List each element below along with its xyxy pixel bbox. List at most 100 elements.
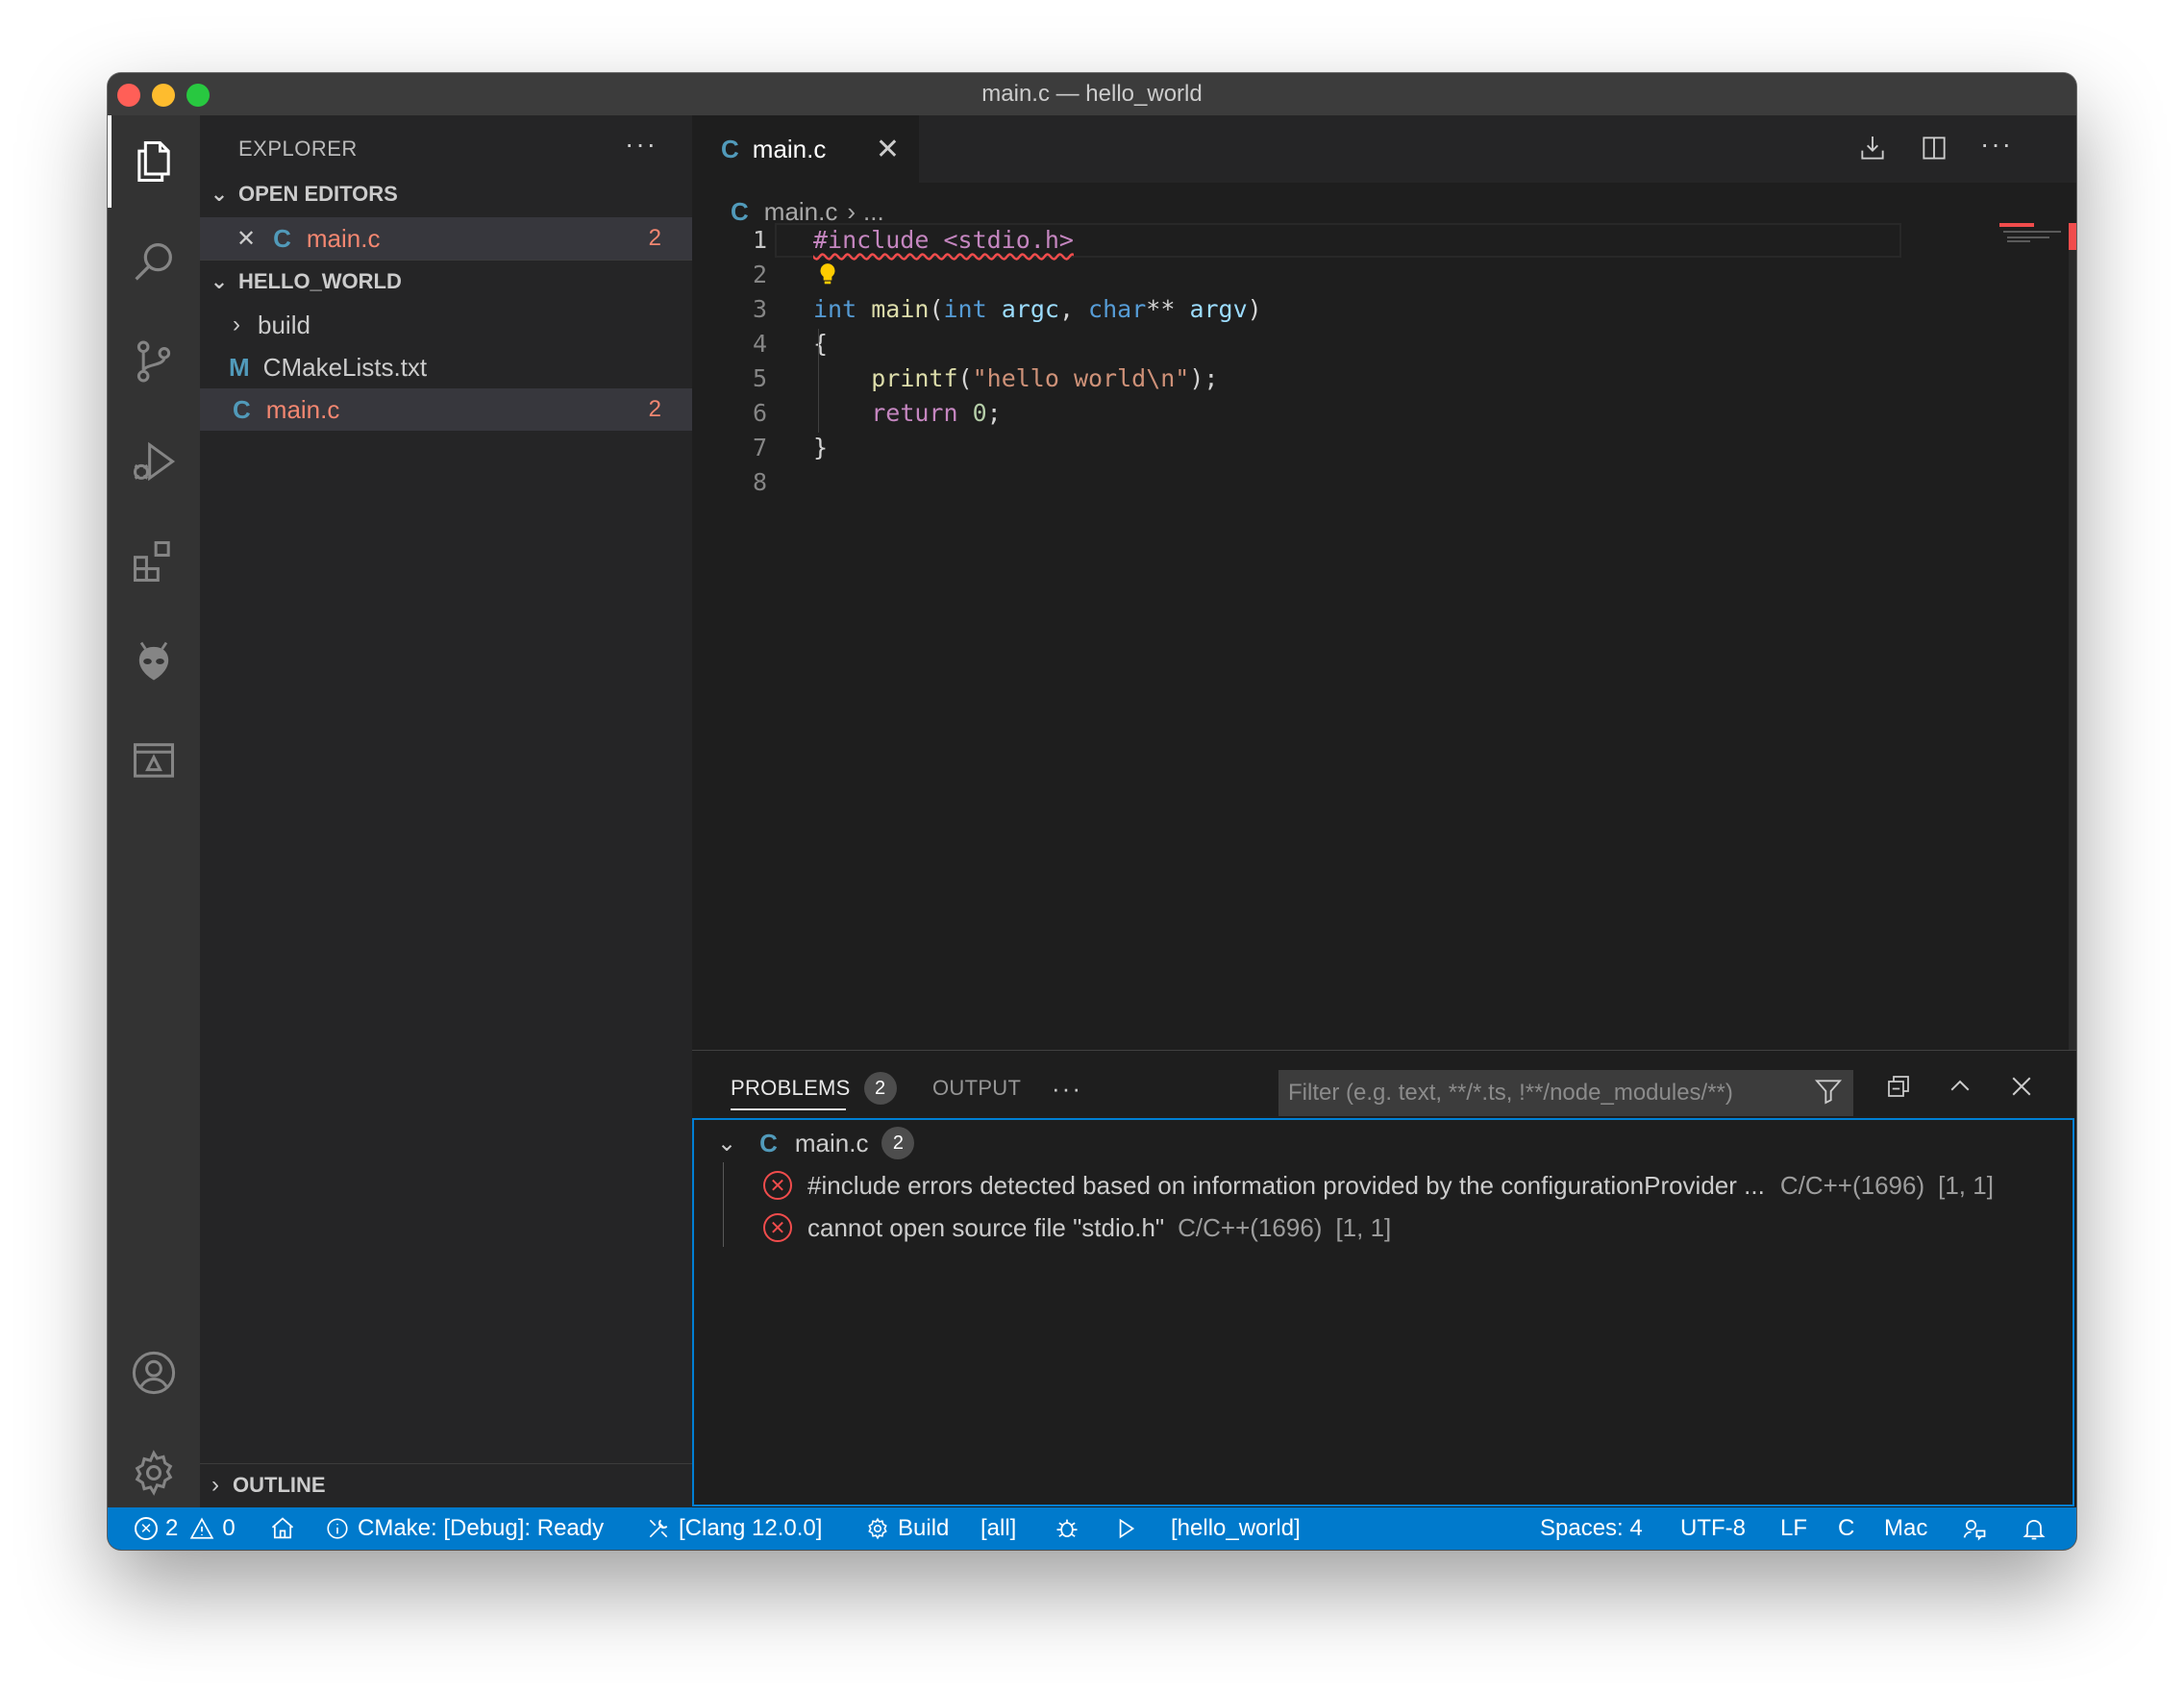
tools-icon — [649, 1519, 668, 1538]
source-control-icon — [136, 340, 171, 383]
problem-file-row[interactable]: ⌄ C main.c 2 — [717, 1122, 915, 1164]
error-icon: ✕ — [763, 1171, 792, 1200]
tab-problems[interactable]: PROBLEMS 2 — [731, 1066, 897, 1110]
split-editor-button[interactable] — [1919, 133, 1949, 168]
sidebar-title: EXPLORER — [238, 137, 358, 161]
chevron-right-icon: › — [233, 311, 240, 337]
problem-source: C/C++(1696) — [1779, 1170, 1925, 1200]
sidebar-more-button[interactable]: ··· — [625, 129, 658, 160]
cmake-run-button[interactable] — [1113, 1507, 1138, 1550]
code-text: return 0; — [813, 396, 1002, 431]
platformio-activity[interactable] — [108, 615, 200, 708]
token: ( — [929, 295, 944, 323]
title-bar: main.c — hello_world — [108, 73, 2076, 115]
open-editors-header[interactable]: ⌄ OPEN EDITORS — [200, 173, 692, 215]
token: ); — [1189, 364, 1219, 392]
active-indicator — [108, 115, 112, 208]
open-editor-item-main-c[interactable]: ✕ C main.c 2 — [200, 217, 692, 260]
code-line: 1 #include <stdio.h> — [692, 223, 2076, 258]
collapse-all-icon — [1888, 1076, 1909, 1097]
search-activity[interactable] — [108, 215, 200, 308]
tree-item-label: CMakeLists.txt — [262, 352, 428, 382]
manage-activity[interactable] — [108, 1427, 200, 1519]
cmake-debug-button[interactable] — [1054, 1507, 1080, 1550]
line-number: 4 — [752, 330, 767, 358]
problem-item[interactable]: ✕ cannot open source file "stdio.h" C/C+… — [763, 1207, 1391, 1249]
run-debug-activity[interactable] — [108, 415, 200, 508]
code-line: 8 — [692, 465, 2076, 500]
token: return — [871, 399, 958, 427]
chevron-right-icon: › — [211, 1472, 219, 1498]
lightbulb-icon[interactable] — [815, 261, 840, 296]
close-panel-button[interactable] — [2007, 1072, 2036, 1106]
breadcrumb-more[interactable]: ... — [863, 197, 884, 227]
explorer-activity[interactable] — [108, 115, 200, 208]
language-status[interactable]: C — [1838, 1507, 1854, 1550]
minimap[interactable] — [1999, 223, 2076, 261]
cmake-kit[interactable]: [Clang 12.0.0] — [646, 1507, 822, 1550]
editor-scrollbar[interactable] — [2069, 223, 2076, 1127]
tab-label: OUTPUT — [932, 1076, 1022, 1100]
problem-item[interactable]: ✕ #include errors detected based on info… — [763, 1164, 1994, 1207]
token: ** — [1146, 295, 1176, 323]
tab-main-c[interactable]: C main.c ✕ — [692, 115, 919, 183]
problems-filter-input[interactable]: Filter (e.g. text, **/*.ts, !**/node_mod… — [1278, 1070, 1853, 1116]
line-number: 1 — [752, 226, 767, 254]
source-control-activity[interactable] — [108, 315, 200, 408]
minimap-line — [2007, 236, 2049, 238]
line-number: 8 — [752, 468, 767, 496]
minimap-error-marker — [1999, 223, 2034, 227]
cmake-target[interactable]: [all] — [980, 1507, 1016, 1550]
bug-icon — [1056, 1519, 1078, 1538]
tree-item-main-c[interactable]: C main.c 2 — [200, 388, 692, 431]
active-tab-underline — [731, 1108, 846, 1110]
maximize-panel-button[interactable] — [1946, 1072, 1974, 1106]
outline-header[interactable]: › OUTLINE — [200, 1463, 692, 1506]
more-actions-button[interactable]: ··· — [1980, 129, 2013, 160]
chevron-down-icon: ⌄ — [210, 182, 229, 206]
tree-item-cmakelists[interactable]: M CMakeLists.txt — [200, 346, 692, 388]
eol-status[interactable]: LF — [1780, 1507, 1807, 1550]
extensions-activity[interactable] — [108, 515, 200, 608]
close-icon[interactable]: ✕ — [876, 133, 900, 166]
bottom-panel: PROBLEMS 2 OUTPUT ··· Filter (e.g. text,… — [692, 1050, 2076, 1508]
tree-item-label: main.c — [265, 394, 340, 424]
line-number: 3 — [752, 295, 767, 323]
indentation-status[interactable]: Spaces: 4 — [1540, 1507, 1643, 1550]
tree-item-build[interactable]: › build — [200, 304, 692, 346]
line-number: 6 — [752, 399, 767, 427]
cmake-status[interactable]: CMake: [Debug]: Ready — [325, 1507, 604, 1550]
remote-explorer-activity[interactable] — [108, 715, 200, 808]
cmake-build-button[interactable]: Build — [865, 1507, 949, 1550]
compare-changes-button[interactable] — [1857, 133, 1888, 168]
tree-indent-guide — [723, 1162, 724, 1247]
problems-status[interactable]: ✕ 2 0 — [135, 1507, 236, 1550]
cmake-home-button[interactable] — [269, 1507, 296, 1550]
close-icon[interactable]: ✕ — [236, 225, 256, 253]
code-editor[interactable]: 1 #include <stdio.h> 2 3 int main(int ar… — [692, 223, 2076, 500]
chevron-down-icon: ⌄ — [210, 269, 229, 293]
panel-more-button[interactable]: ··· — [1052, 1066, 1082, 1110]
split-editor-icon — [1923, 137, 1946, 160]
chevron-down-icon: ⌄ — [717, 1130, 737, 1157]
lightbulb-glyph — [820, 263, 835, 285]
collapse-all-button[interactable] — [1884, 1072, 1913, 1106]
error-icon: ✕ — [763, 1213, 792, 1242]
c-file-icon: C — [759, 1128, 778, 1157]
breadcrumb-separator: › — [847, 196, 856, 226]
platform-status[interactable]: Mac — [1884, 1507, 1927, 1550]
code-line: 6 return 0; — [692, 396, 2076, 431]
encoding-status[interactable]: UTF-8 — [1680, 1507, 1746, 1550]
notifications-button[interactable] — [2021, 1507, 2048, 1550]
tab-output[interactable]: OUTPUT — [932, 1066, 1021, 1110]
c-file-icon: C — [731, 196, 749, 226]
token: main — [871, 295, 930, 323]
folder-header[interactable]: ⌄ HELLO_WORLD — [200, 260, 692, 303]
cmake-launch-target[interactable]: [hello_world] — [1171, 1507, 1301, 1550]
filter-button[interactable] — [1813, 1076, 1844, 1111]
run-debug-icon — [133, 441, 176, 482]
gear-icon — [868, 1517, 887, 1540]
feedback-button[interactable] — [1961, 1507, 1988, 1550]
breadcrumb-file[interactable]: main.c — [764, 197, 838, 227]
accounts-activity[interactable] — [108, 1327, 200, 1419]
